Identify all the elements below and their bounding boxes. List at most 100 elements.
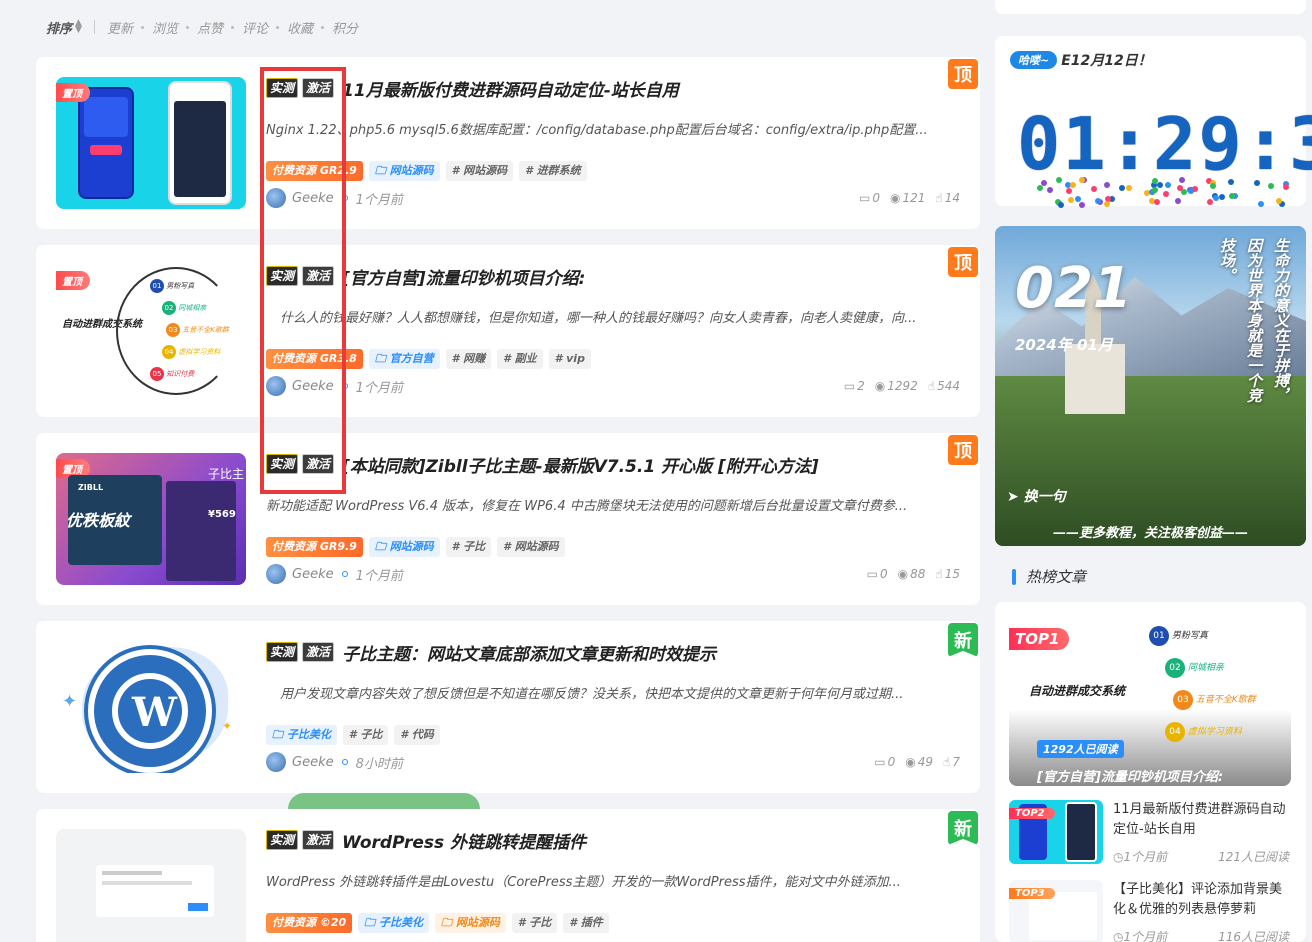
confetti-dot [1066,187,1073,194]
post-card[interactable]: 置顶 自动进群成交系统 01 男粉写真 02 同城相亲 03 五音不全K歌群 0… [36,245,980,417]
confetti-dot [1090,186,1097,193]
tag-test: 实测 [266,642,299,662]
post-time: 8小时前 [355,756,403,772]
post-time: 1个月前 [355,568,403,584]
tag-test: 实测 [266,830,299,850]
folder-icon: 🗀 [374,352,390,365]
clock-icon: ◷ [1113,850,1124,864]
confetti-dot [1162,190,1169,197]
hot-article-top1[interactable]: 自动进群成交系统 01 男粉写真 02 同城相亲 03 五音不全K歌群 04 虚… [1009,616,1291,786]
hot-title[interactable]: 【子比美化】评论添加背景美化＆优雅的列表悬停萝莉 [1113,880,1289,920]
view-count: 88 [910,567,926,581]
avatar[interactable] [266,752,286,772]
author-name[interactable]: Geeke [292,755,334,770]
post-tags: 付费资源 ©20 🗀 子比美化 🗀 网站源码 # 子比 # 插件 [266,913,609,933]
post-thumbnail[interactable] [56,829,246,942]
comment-count: 0 [872,191,881,205]
top2-badge: TOP2 [1009,808,1055,819]
hot-thumbnail[interactable]: TOP2 [1009,800,1103,864]
sparkle-icon: ✦ [62,691,78,712]
tag-keyword[interactable]: # 网站源码 [445,161,514,181]
avatar[interactable] [266,564,286,584]
post-title[interactable]: 实测 激活 子比主题：网站文章底部添加文章更新和时效提示 [266,639,716,665]
hot-meta: ◷1个月前 116人已阅读 [1113,930,1289,942]
folder-icon: 🗀 [374,540,390,553]
tag-keyword[interactable]: # 代码 [394,725,440,745]
top1-title[interactable]: [官方自营]流量印钞机项目介绍: [1037,766,1223,785]
step-item: 03 五音不全K歌群 [166,319,229,341]
tag-pay[interactable]: 付费资源 ©20 [266,913,353,933]
tag-keyword[interactable]: # 子比 [511,913,558,933]
confetti-dot [1079,201,1086,208]
quote-line: 生命力的意义在于拼搏， [1272,238,1290,403]
dialog-mockup [96,865,214,917]
thumb-brand: ZIBLL [78,483,104,492]
post-thumbnail[interactable]: 置顶 [56,77,246,209]
post-card[interactable]: 置顶 ZIBLL 优秩板紋 子比主 ¥569 实测 激活 [本站同款]Zibll… [36,433,980,605]
hot-article-item[interactable]: TOP2 11月最新版付费进群源码自动定位-站长自用 ◷1个月前 121人已阅读 [1009,800,1291,864]
sort-option-likes[interactable]: 点赞 [197,18,223,37]
tag-category[interactable]: 🗀 子比美化 [266,725,337,745]
author-name[interactable]: Geeke [292,567,334,582]
tag-keyword[interactable]: # 子比 [342,725,389,745]
view-count: 49 [917,755,934,769]
tag-category[interactable]: 🗀 网站源码 [368,537,440,557]
sort-option-views[interactable]: 浏览 [152,18,178,37]
tag-category[interactable]: 🗀 官方自营 [368,349,440,369]
tag-category[interactable]: 🗀 网站源码 [368,161,440,181]
new-flag: 新 [948,623,978,657]
confetti-dot [1177,184,1184,191]
sort-option-update[interactable]: 更新 [107,18,133,37]
post-thumbnail[interactable]: 置顶 自动进群成交系统 01 男粉写真 02 同城相亲 03 五音不全K歌群 0… [56,265,246,397]
change-quote-button[interactable]: ➤ 换一句 [1007,486,1066,506]
post-meta: Geeke 1个月前 ▭ 0 ◉ 88 ☝ 15 [266,563,960,585]
sort-option-points[interactable]: 积分 [332,18,358,37]
post-meta: Geeke 8小时前 ▭ 0 ◉ 49 ☝ 7 [266,751,960,773]
back-to-top-button[interactable] [288,793,480,809]
like-count: 15 [944,567,960,581]
tag-category[interactable]: 🗀 网站源码 [434,913,506,933]
post-thumbnail[interactable]: 置顶 ZIBLL 优秩板紋 子比主 ¥569 [56,453,246,585]
confetti-dot [1268,182,1275,189]
post-title[interactable]: 实测 激活 WordPress 外链跳转提醒插件 [266,827,586,853]
tag-pay[interactable]: 付费资源 GR9.9 [266,537,363,557]
confetti-dot [1119,185,1126,192]
confetti-dot [1067,196,1074,203]
post-tags: 付费资源 GR9.9 🗀 网站源码 # 子比 # 网站源码 [266,537,565,557]
dot-separator [230,25,234,29]
confetti-dot [1157,182,1164,189]
tag-keyword[interactable]: # 子比 [445,537,492,557]
sort-option-favorites[interactable]: 收藏 [287,18,313,37]
hot-thumbnail[interactable]: TOP3 [1009,880,1103,942]
hot-article-item[interactable]: TOP3 【子比美化】评论添加背景美化＆优雅的列表悬停萝莉 ◷1个月前 116人… [1009,880,1291,942]
post-excerpt: WordPress 外链跳转插件是由Lovestu（CorePress主题）开发… [266,875,901,890]
tag-keyword[interactable]: # vip [548,349,591,369]
tag-keyword[interactable]: # 网站源码 [497,537,565,557]
confetti-dot [1074,196,1081,203]
like-icon: ☝ [935,191,943,205]
tag-keyword[interactable]: # 网赚 [445,349,492,369]
post-time: 1个月前 [355,192,403,208]
post-thumbnail[interactable]: W ✦ ✦ [56,641,246,773]
confetti-dot [1179,176,1186,183]
confetti-dot [1206,198,1213,205]
post-card[interactable]: 实测 激活 WordPress 外链跳转提醒插件 WordPress 外链跳转插… [36,809,980,942]
post-card[interactable]: W ✦ ✦ 实测 激活 子比主题：网站文章底部添加文章更新和时效提示 用户发现文… [36,621,980,793]
post-card[interactable]: 置顶 实测 激活 11月最新版付费进群源码自动定位-站长自用 Nginx 1.2… [36,57,980,229]
hot-title[interactable]: 11月最新版付费进群源码自动定位-站长自用 [1113,800,1289,840]
post-title[interactable]: 实测 激活 [本站同款]Zibll子比主题-最新版V7.5.1 开心版 [附开心… [266,451,819,477]
like-count: 14 [944,191,960,205]
sort-option-comments[interactable]: 评论 [242,18,268,37]
tag-keyword[interactable]: # 插件 [563,913,609,933]
thumb-side-text: 子比主 [208,467,245,481]
hot-articles-widget: 自动进群成交系统 01 男粉写真 02 同城相亲 03 五音不全K歌群 04 虚… [995,602,1306,942]
tag-activate: 激活 [302,830,335,850]
wordpress-logo-icon: W [88,649,212,773]
tag-category[interactable]: 🗀 子比美化 [358,913,429,933]
sort-label[interactable]: 排序 ▲ ▼ [46,18,82,37]
tag-keyword[interactable]: # 副业 [497,349,543,369]
phone-mockup [168,81,232,205]
clock-icon: ◷ [1113,930,1124,942]
confetti-dot [1104,200,1111,207]
tag-keyword[interactable]: # 进群系统 [519,161,587,181]
